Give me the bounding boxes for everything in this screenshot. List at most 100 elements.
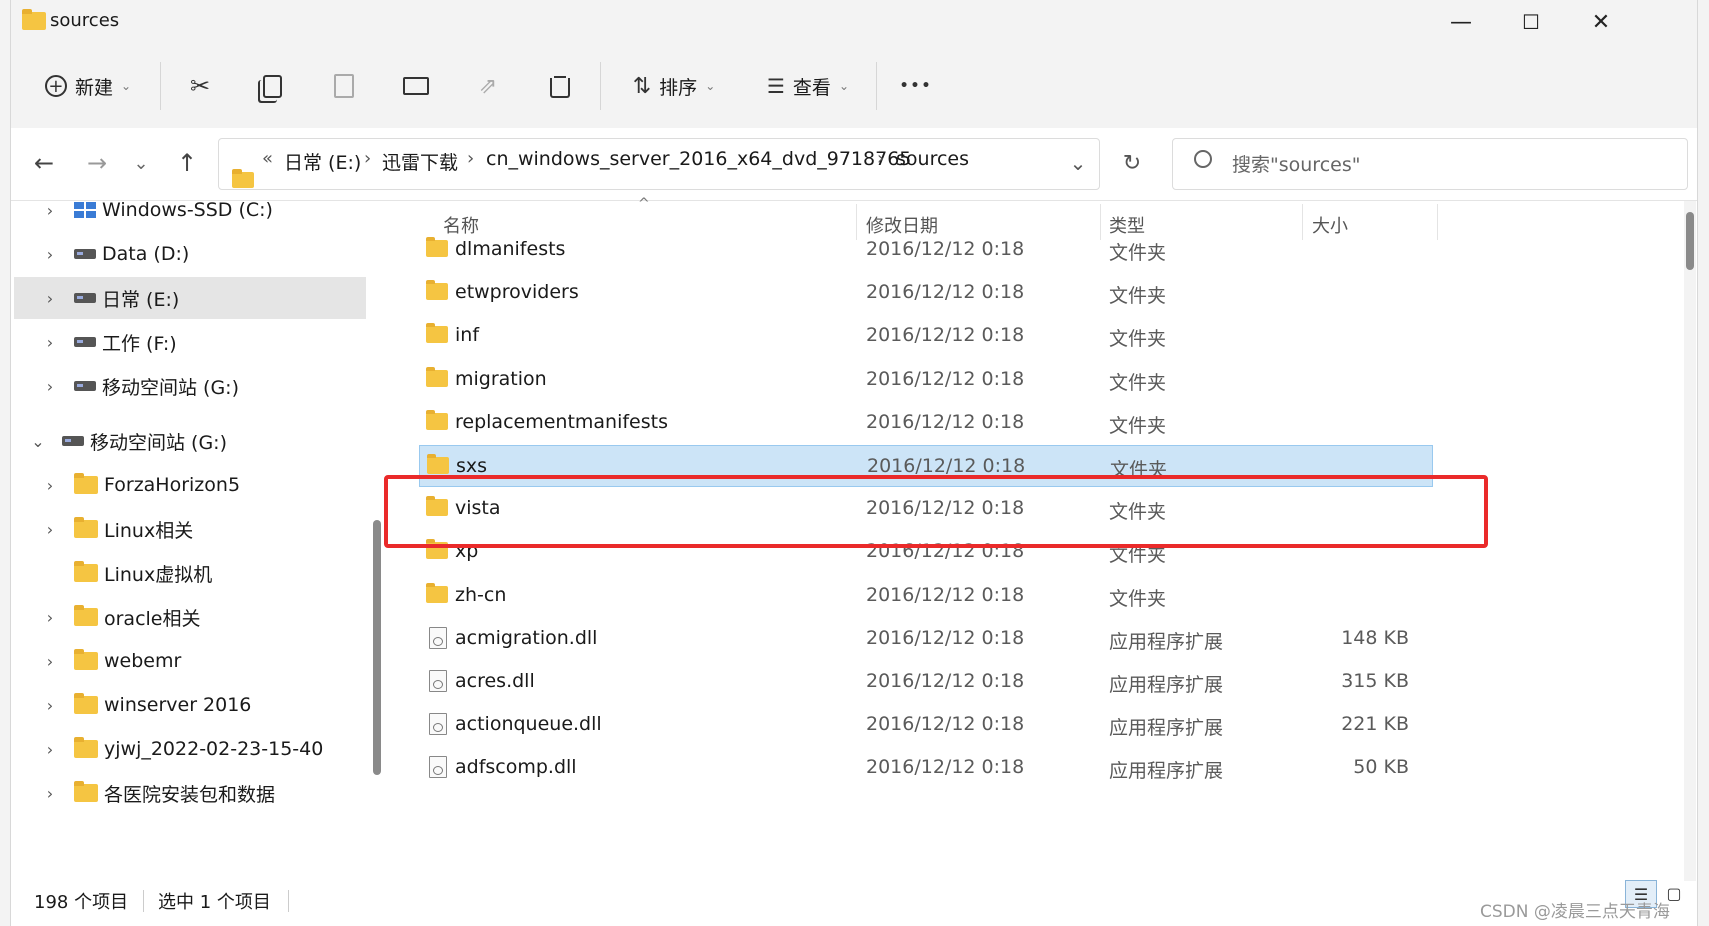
folder-icon — [426, 367, 448, 387]
chevron-right-icon[interactable]: › — [40, 377, 60, 396]
chevron-right-icon[interactable]: › — [40, 476, 60, 495]
toolbar-divider — [160, 62, 161, 110]
chevron-right-icon[interactable]: › — [40, 652, 60, 671]
cut-button[interactable]: ✂ — [180, 66, 220, 106]
breadcrumb-item[interactable]: cn_windows_server_2016_x64_dvd_9718765 — [486, 148, 911, 170]
chevron-right-icon[interactable]: › — [40, 608, 60, 627]
chevron-right-icon[interactable]: › — [40, 520, 60, 539]
close-button[interactable]: ✕ — [1566, 0, 1636, 44]
sort-label: 排序 — [659, 76, 698, 99]
file-date: 2016/12/12 0:18 — [866, 627, 1025, 649]
chevron-down-icon: ⌄ — [1069, 151, 1087, 175]
file-row[interactable]: replacementmanifests 2016/12/12 0:18 文件夹 — [419, 402, 1431, 442]
dll-file-icon — [429, 756, 447, 778]
sidebar-item[interactable]: › winserver 2016 — [14, 684, 366, 726]
sidebar-item-label: 日常 (E:) — [102, 288, 180, 311]
sidebar-item[interactable]: › Linux相关 — [14, 508, 366, 550]
toolbar-divider — [876, 62, 877, 110]
sidebar-item[interactable]: › Data (D:) — [14, 233, 366, 275]
more-icon: ••• — [899, 78, 933, 94]
folder-icon — [427, 454, 449, 474]
file-row[interactable]: etwproviders 2016/12/12 0:18 文件夹 — [419, 272, 1431, 312]
file-date: 2016/12/12 0:18 — [866, 584, 1025, 606]
file-date: 2016/12/12 0:18 — [866, 411, 1025, 433]
file-row[interactable]: acmigration.dll 2016/12/12 0:18 应用程序扩展 148 … — [419, 618, 1431, 658]
chevron-right-icon[interactable]: › — [40, 333, 60, 352]
file-row[interactable]: actionqueue.dll 2016/12/12 0:18 应用程序扩展 221 … — [419, 704, 1431, 744]
sidebar-item[interactable]: › 移动空间站 (G:) — [14, 365, 366, 407]
sidebar-item[interactable]: › ForzaHorizon5 — [14, 464, 366, 506]
back-button[interactable]: ← — [24, 145, 64, 181]
folder-icon — [74, 605, 98, 626]
address-dropdown-button[interactable]: ⌄ — [1058, 145, 1098, 181]
sidebar-item[interactable]: ⌄ 移动空间站 (G:) — [14, 420, 366, 462]
more-button[interactable]: ••• — [896, 66, 936, 106]
overflow-icon: « — [262, 148, 274, 169]
minimize-button[interactable]: — — [1426, 0, 1496, 44]
content-scrollbar-track[interactable] — [1684, 201, 1696, 881]
chevron-down-icon: ⌄ — [838, 79, 849, 93]
breadcrumb-item[interactable]: sources — [896, 148, 969, 170]
chevron-right-icon[interactable]: › — [40, 245, 60, 264]
sidebar-item[interactable]: › Windows-SSD (C:) — [14, 189, 366, 231]
sidebar-item[interactable]: › webemr — [14, 640, 366, 682]
drive-icon — [74, 293, 96, 303]
file-name: sxs — [456, 455, 488, 477]
right-window-edge — [1697, 0, 1709, 926]
file-type: 文件夹 — [1109, 285, 1167, 307]
forward-button[interactable]: → — [77, 145, 117, 181]
file-row[interactable]: inf 2016/12/12 0:18 文件夹 — [419, 315, 1431, 355]
drive-icon — [62, 436, 84, 446]
file-row[interactable]: acres.dll 2016/12/12 0:18 应用程序扩展 315 KB — [419, 661, 1431, 701]
chevron-right-icon[interactable]: › — [40, 740, 60, 759]
recent-locations-button[interactable]: ⌄ — [121, 145, 161, 181]
paste-button[interactable] — [324, 66, 364, 106]
dll-file-icon — [429, 670, 447, 692]
column-divider[interactable] — [1437, 204, 1438, 240]
sidebar-item-label: Windows-SSD (C:) — [102, 199, 273, 221]
breadcrumb-item[interactable]: 迅雷下载 — [382, 148, 458, 175]
share-icon: ⇗ — [478, 73, 498, 99]
copy-button[interactable] — [252, 66, 292, 106]
sidebar-item[interactable]: › oracle相关 — [14, 596, 366, 638]
sidebar-scrollbar[interactable] — [373, 520, 381, 775]
chevron-down-icon[interactable]: ⌄ — [28, 432, 48, 451]
folder-icon — [74, 517, 98, 538]
maximize-button[interactable]: ☐ — [1496, 0, 1566, 44]
chevron-right-icon[interactable]: › — [40, 289, 60, 308]
sidebar-item[interactable]: › 日常 (E:) — [14, 277, 366, 319]
sidebar-item[interactable]: › yjwj_2022-02-23-15-40 — [14, 728, 366, 770]
new-button[interactable]: + 新建 ⌄ — [38, 66, 138, 106]
file-size: 315 KB — [1341, 670, 1409, 692]
file-row[interactable]: migration 2016/12/12 0:18 文件夹 — [419, 359, 1431, 399]
chevron-right-icon[interactable]: › — [40, 696, 60, 715]
folder-icon — [426, 583, 448, 603]
sidebar-item-label: webemr — [104, 650, 182, 672]
chevron-right-icon[interactable]: › — [40, 784, 60, 803]
rename-button[interactable] — [396, 66, 436, 106]
sidebar-item-label: Data (D:) — [102, 243, 190, 265]
breadcrumb-item[interactable]: 日常 (E:) — [284, 148, 361, 175]
file-row[interactable]: dlmanifests 2016/12/12 0:18 文件夹 — [419, 229, 1431, 269]
delete-button[interactable] — [540, 66, 580, 106]
file-date: 2016/12/12 0:18 — [866, 324, 1025, 346]
content-scrollbar-thumb[interactable] — [1686, 212, 1694, 270]
sidebar-item-label: winserver 2016 — [104, 694, 252, 716]
watermark: CSDN @凌晨三点天青海 — [1480, 902, 1670, 922]
sort-button[interactable]: ⇅ 排序 ⌄ — [624, 66, 724, 106]
sidebar-item-label: oracle相关 — [104, 607, 201, 630]
file-row[interactable]: adfscomp.dll 2016/12/12 0:18 应用程序扩展 50 KB — [419, 747, 1431, 787]
view-button[interactable]: ☰ 查看 ⌄ — [758, 66, 858, 106]
dll-file-icon — [429, 627, 447, 649]
sidebar-item[interactable]: › 各医院安装包和数据 — [14, 772, 366, 814]
file-type: 文件夹 — [1109, 328, 1167, 350]
refresh-button[interactable]: ↻ — [1112, 145, 1152, 181]
search-placeholder[interactable]: 搜索"sources" — [1232, 150, 1360, 177]
chevron-right-icon[interactable]: › — [40, 201, 60, 220]
file-row[interactable]: zh-cn 2016/12/12 0:18 文件夹 — [419, 575, 1431, 615]
file-size: 148 KB — [1341, 627, 1409, 649]
sidebar-item[interactable]: Linux虚拟机 — [14, 552, 366, 594]
sidebar-item[interactable]: › 工作 (F:) — [14, 321, 366, 363]
up-button[interactable]: ↑ — [167, 145, 207, 181]
share-button[interactable]: ⇗ — [468, 66, 508, 106]
